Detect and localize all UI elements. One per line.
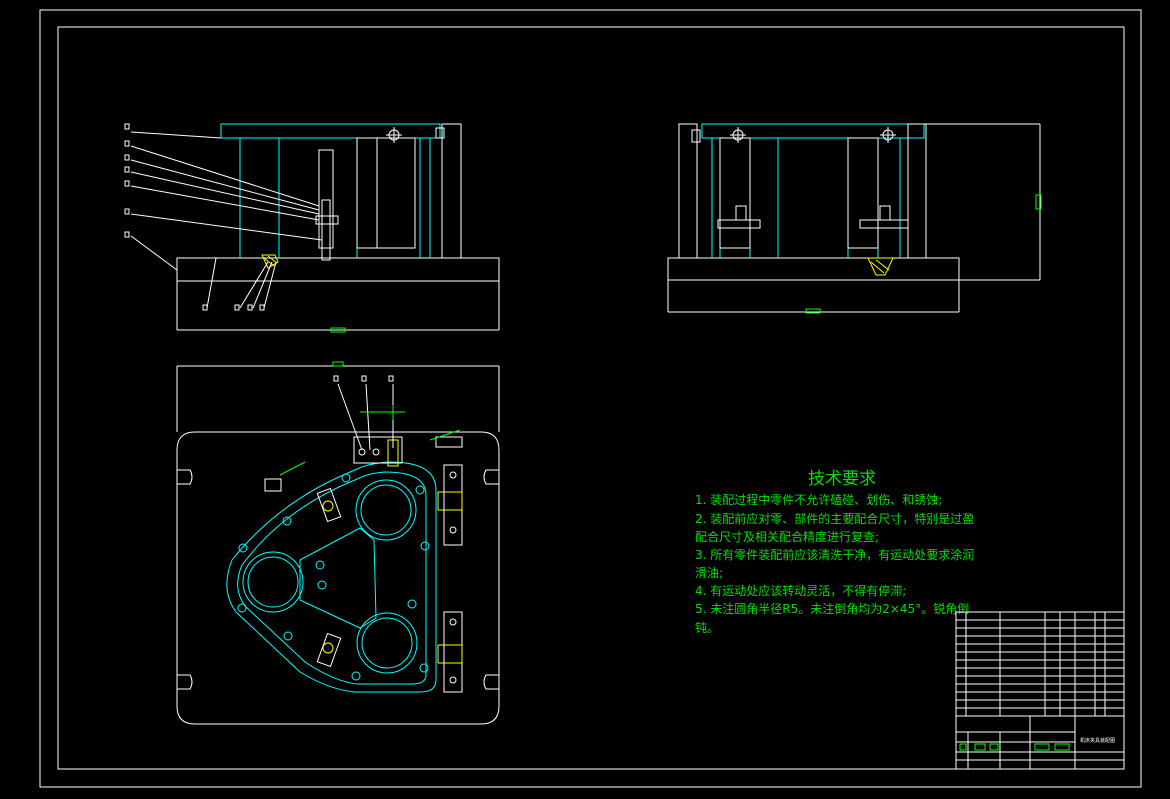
drawing-title: 机床夹具装配图 [1080,737,1115,744]
front-view [124,123,500,333]
tech-requirements-title: 技术要求 [808,469,876,489]
req-line-5: 滑油; [695,566,723,580]
front-base-plate [176,257,500,282]
req-line-4: 3. 所有零件装配前应该清洗干净，有运动处要求涂润 [695,547,974,562]
inner-frame [57,26,1125,770]
cad-drawing: 技术要求 1. 装配过程中零件不允许磕碰、划伤、和锈蚀; 2. 装配前应对零、部… [39,9,1142,788]
side-view [667,123,1042,314]
plan-base-outline [176,431,500,725]
req-line-3: 配合尺寸及相关配合精度进行复查; [695,529,879,544]
tech-requirements: 技术要求 1. 装配过程中零件不允许磕碰、划伤、和锈蚀; 2. 装配前应对零、部… [695,469,974,635]
outer-frame [39,9,1142,788]
plan-view [176,361,500,725]
req-line-7: 5. 未注圆角半径R5。未注倒角均为2×45°。锐角倒 [695,601,969,616]
parts-list [955,575,1125,717]
req-line-2: 2. 装配前应对零、部件的主要配合尺寸，特别是过盈 [695,511,974,526]
plan-triangular-plate [226,461,437,693]
req-line-6: 4. 有运动处应该转动灵活，不得有停滞; [695,583,906,598]
req-line-8: 钝。 [695,621,719,635]
front-top-plate [220,123,441,139]
title-block: 机床夹具装配图 [955,715,1125,770]
side-base-plate [667,257,960,281]
req-line-1: 1. 装配过程中零件不允许磕碰、划伤、和锈蚀; [695,492,942,507]
